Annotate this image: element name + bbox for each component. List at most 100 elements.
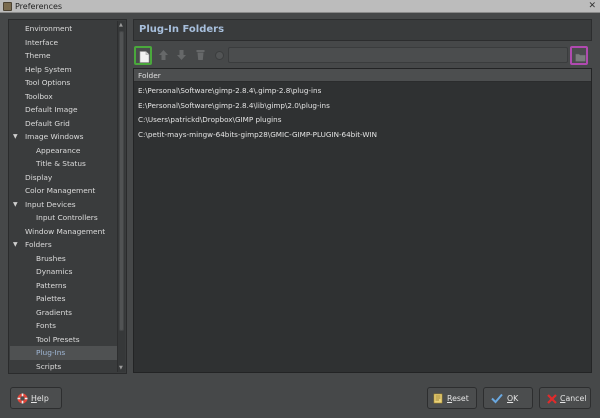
scrollbar-thumb[interactable] — [119, 31, 124, 331]
reset-icon — [433, 393, 443, 404]
sidebar-item[interactable]: Scripts — [10, 360, 118, 374]
sidebar-item-label: Tool Presets — [36, 334, 80, 344]
table-row[interactable]: E:\Personal\Software\gimp-2.8.4\.gimp-2.… — [134, 84, 591, 98]
sidebar-item[interactable]: Color Management — [10, 184, 118, 198]
sidebar-item[interactable]: Title & Status — [10, 157, 118, 171]
window-titlebar: Preferences ✕ — [0, 0, 600, 13]
sidebar-item[interactable]: Interface — [10, 36, 118, 50]
sidebar-item[interactable]: Toolbox — [10, 90, 118, 104]
folder-path-text: C:\Users\patrickd\Dropbox\GIMP plugins — [138, 115, 282, 124]
sidebar-item[interactable]: Display — [10, 171, 118, 185]
sidebar-item[interactable]: Gradients — [10, 306, 118, 320]
browse-folder-button[interactable] — [570, 46, 588, 65]
move-down-icon — [177, 50, 186, 60]
sidebar-item-label: Default Grid — [25, 118, 70, 128]
table-row[interactable]: E:\Personal\Software\gimp-2.8.4\lib\gimp… — [134, 99, 591, 113]
sidebar-item-label: Patterns — [36, 280, 67, 290]
cancel-button[interactable]: Cancel — [539, 387, 591, 409]
status-icon — [215, 51, 224, 60]
sidebar-item[interactable]: ▼ Input Devices — [10, 198, 118, 212]
sidebar-item[interactable]: Theme — [10, 49, 118, 63]
cancel-button-label: Cancel — [560, 394, 587, 403]
sidebar-item-label: Window Management — [25, 226, 106, 236]
sidebar-item[interactable]: Default Grid — [10, 117, 118, 131]
help-lifebuoy-icon — [17, 393, 28, 404]
browse-folder-icon — [575, 53, 586, 62]
delete-button[interactable] — [192, 46, 210, 65]
sidebar-item[interactable]: Plug-Ins — [10, 346, 118, 360]
delete-icon — [196, 50, 205, 60]
sidebar-item-label: Tool Options — [25, 78, 71, 87]
folder-path-text: C:\petit-mays-mingw-64bits-gimp28\GMIC-G… — [138, 129, 377, 139]
help-button[interactable]: Help — [10, 387, 62, 409]
sidebar-item[interactable]: Tool Options — [10, 76, 118, 90]
sidebar-item-label: Help System — [25, 64, 72, 74]
ok-button[interactable]: OK — [483, 387, 533, 409]
preferences-category-tree: Environment Interface Theme Help System Tool… — [8, 19, 127, 374]
move-down-button[interactable] — [173, 46, 191, 65]
sidebar-item-label: Palettes — [36, 294, 66, 303]
sidebar-item-label: Title & Status — [36, 159, 86, 168]
sidebar-item[interactable]: Tool Presets — [10, 333, 118, 347]
window-title: Preferences — [15, 2, 63, 11]
sidebar-item-label: Interface — [25, 37, 59, 47]
ok-check-icon — [491, 393, 503, 404]
move-up-button[interactable] — [155, 46, 173, 65]
scroll-down-icon[interactable]: ▼ — [119, 365, 123, 371]
sidebar-item[interactable]: Dynamics — [10, 265, 118, 279]
sidebar-item-label: Fonts — [36, 321, 56, 330]
close-icon[interactable]: ✕ — [588, 0, 596, 12]
table-row[interactable]: C:\Users\patrickd\Dropbox\GIMP plugins — [134, 113, 591, 127]
folder-path-input[interactable] — [228, 47, 568, 63]
sidebar-item-label: Brushes — [36, 253, 66, 263]
folder-path-text: E:\Personal\Software\gimp-2.8.4\.gimp-2.… — [138, 86, 322, 95]
scroll-up-icon[interactable]: ▲ — [119, 22, 123, 28]
sidebar-item[interactable]: Brushes — [10, 252, 118, 266]
sidebar-item[interactable]: Help System — [10, 63, 118, 77]
sidebar-item-label: Folders — [25, 240, 52, 249]
sidebar-item[interactable]: ▼ Folders — [10, 238, 118, 252]
sidebar-item[interactable]: Environment — [10, 22, 118, 36]
sidebar-item-label: Display — [25, 172, 53, 182]
sidebar-scrollbar[interactable]: ▲ ▼ — [117, 21, 125, 372]
folder-path-text: E:\Personal\Software\gimp-2.8.4\lib\gimp… — [138, 100, 330, 110]
expander-arrow-icon[interactable]: ▼ — [13, 130, 18, 144]
page-header: Plug-In Folders — [133, 19, 592, 41]
column-header-folder[interactable]: Folder — [134, 69, 591, 82]
sidebar-item-label: Input Controllers — [36, 213, 98, 222]
sidebar-item[interactable]: Window Management — [10, 225, 118, 239]
page-title: Plug-In Folders — [139, 24, 225, 35]
sidebar-item-label: Default Image — [25, 105, 78, 114]
sidebar-item[interactable]: Input Controllers — [10, 211, 118, 225]
reset-button-label: Reset — [447, 394, 469, 403]
reset-button[interactable]: Reset — [427, 387, 477, 409]
new-folder-button[interactable] — [134, 46, 152, 65]
sidebar-item-label: Appearance — [36, 145, 81, 155]
column-header-label: Folder — [138, 71, 161, 80]
help-button-label: Help — [31, 394, 49, 403]
sidebar-item[interactable]: Fonts — [10, 319, 118, 333]
table-row[interactable]: C:\petit-mays-mingw-64bits-gimp28\GMIC-G… — [134, 128, 591, 142]
sidebar-item-label: Gradients — [36, 307, 73, 317]
ok-button-label: OK — [507, 394, 519, 403]
sidebar-item-label: Plug-Ins — [36, 348, 66, 357]
cancel-x-icon — [547, 394, 557, 404]
sidebar-item-label: Dynamics — [36, 267, 73, 276]
expander-arrow-icon[interactable]: ▼ — [13, 238, 18, 252]
new-folder-icon — [139, 51, 150, 63]
sidebar-item-label: Scripts — [36, 361, 62, 371]
preferences-app-icon — [3, 2, 12, 11]
sidebar-item-label: Toolbox — [25, 91, 53, 101]
folder-toolbar — [133, 46, 592, 68]
folder-list-table: Folder E:\Personal\Software\gimp-2.8.4\.… — [133, 68, 592, 373]
sidebar-item[interactable]: Default Image — [10, 103, 118, 117]
sidebar-item[interactable]: ▼ Image Windows — [10, 130, 118, 144]
category-list: Environment Interface Theme Help System Tool… — [10, 21, 118, 372]
sidebar-item[interactable]: Palettes — [10, 292, 118, 306]
expander-arrow-icon[interactable]: ▼ — [13, 198, 18, 212]
sidebar-item-label: Color Management — [25, 186, 96, 195]
sidebar-item-label: Image Windows — [25, 132, 84, 141]
sidebar-item[interactable]: Appearance — [10, 144, 118, 158]
sidebar-item-label: Theme — [25, 51, 51, 60]
sidebar-item[interactable]: Patterns — [10, 279, 118, 293]
